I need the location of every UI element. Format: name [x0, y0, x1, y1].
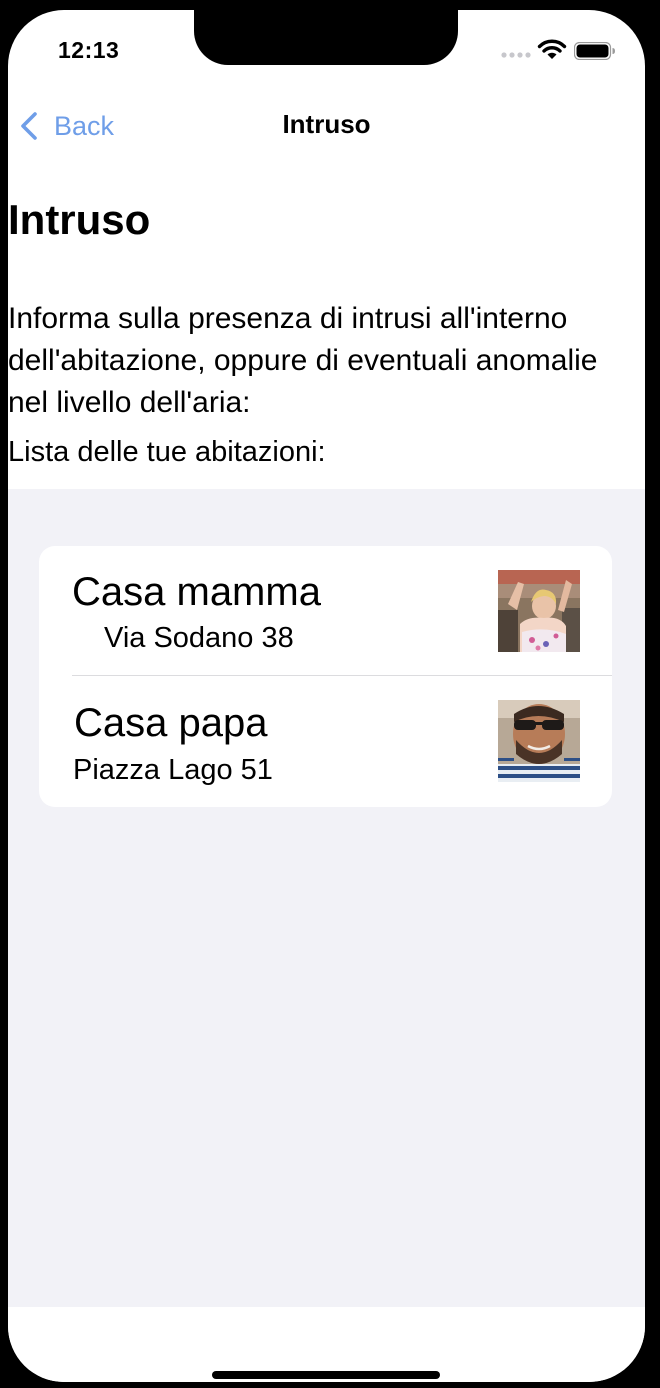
- list-item-house[interactable]: Casa papa Piazza Lago 51: [39, 676, 612, 806]
- list-caption: Lista delle tue abitazioni:: [8, 436, 326, 468]
- status-time: 12:13: [58, 37, 120, 63]
- home-indicator[interactable]: [212, 1371, 440, 1379]
- house-name: Casa papa: [74, 701, 268, 745]
- house-name: Casa mamma: [72, 570, 321, 614]
- screen: 12:13 Back Intruso Intruso Informa sulla…: [8, 10, 645, 1382]
- house-address: Via Sodano 38: [104, 622, 294, 654]
- notch: [194, 10, 458, 65]
- page-description: Informa sulla presenza di intrusi all'in…: [8, 302, 598, 419]
- list-item-house[interactable]: Casa mamma Via Sodano 38: [39, 546, 612, 676]
- house-list: Casa mamma Via Sodano 38 Casa papa Piazz…: [39, 546, 612, 807]
- house-address: Piazza Lago 51: [73, 754, 273, 786]
- battery-icon: [574, 42, 615, 60]
- signal-dots-icon: [501, 52, 531, 58]
- wifi-icon: [537, 39, 567, 59]
- man-avatar: [498, 700, 580, 782]
- house-list-area: Casa mamma Via Sodano 38 Casa papa Piazz…: [8, 489, 645, 1307]
- phone-frame: 12:13 Back Intruso Intruso Informa sulla…: [0, 0, 660, 1388]
- woman-avatar: [498, 570, 580, 652]
- page-title: Intruso: [8, 196, 151, 243]
- nav-title: Intruso: [282, 109, 371, 139]
